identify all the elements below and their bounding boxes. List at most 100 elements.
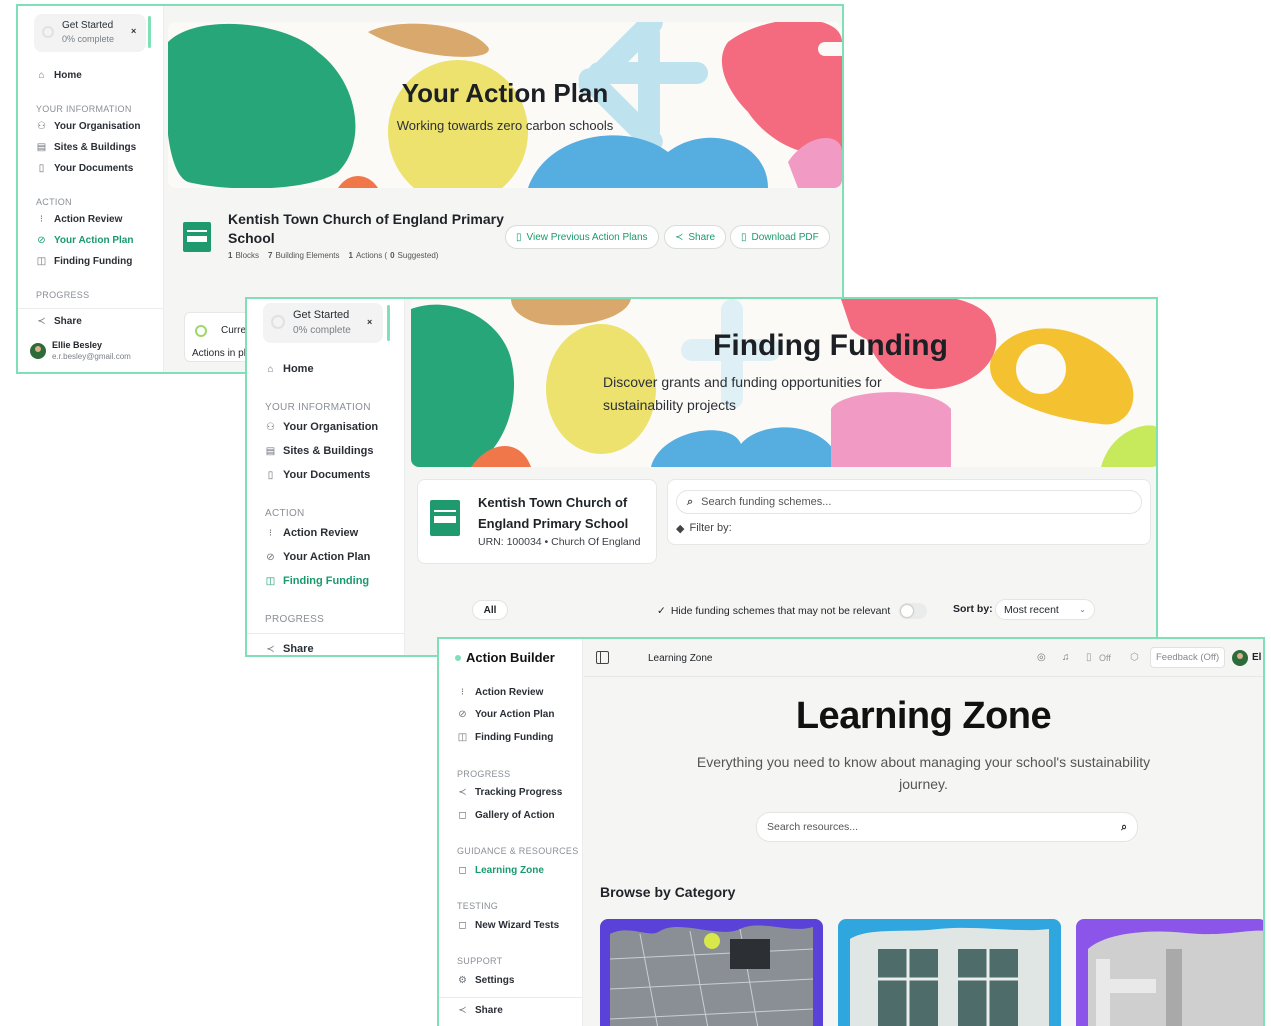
sidebar-item-label: Your Organisation — [54, 121, 141, 132]
sort-label: Sort by: — [953, 603, 993, 615]
sidebar-item-home[interactable]: ⌂ Home — [36, 70, 81, 81]
filter-by[interactable]: ◆ Filter by: — [676, 522, 732, 535]
search-input[interactable]: Search resources... ⌕ — [756, 812, 1138, 842]
divider — [18, 308, 163, 309]
feedback-button[interactable]: Feedback (Off) — [1150, 647, 1226, 668]
sidebar-item-tracking-progress[interactable]: ≺ Tracking Progress — [457, 787, 562, 798]
actions-text: Actions in pl — [192, 348, 246, 359]
list-tree-icon: ⁝ — [268, 527, 273, 539]
sidebar-item-gallery-of-action[interactable]: ◻ Gallery of Action — [457, 810, 554, 821]
view-previous-plans-button[interactable]: ▯ View Previous Action Plans — [505, 225, 659, 249]
button-label: View Previous Action Plans — [526, 231, 648, 243]
progress-accent-bar — [387, 305, 390, 341]
sidebar-item-settings[interactable]: ⚙ Settings — [457, 975, 514, 986]
sidebar-item-label: Tracking Progress — [475, 787, 563, 798]
page-title: Your Action Plan — [401, 78, 609, 108]
sidebar-item-label: Your Action Plan — [283, 551, 371, 563]
page-subtitle: Everything you need to know about managi… — [584, 751, 1263, 795]
gear-icon: ⚙ — [458, 975, 467, 986]
user-initials: El — [1252, 652, 1262, 663]
sidebar-item-label: Finding Funding — [54, 256, 133, 267]
sidebar-item-your-documents[interactable]: ▯ Your Documents — [36, 163, 134, 174]
share-icon: ≺ — [675, 231, 684, 243]
toggle-label: Hide funding schemes that may not be rel… — [670, 605, 891, 617]
get-started-card[interactable]: Get Started 0% complete × — [263, 303, 383, 343]
button-label: Share — [688, 231, 716, 243]
sidebar-item-your-action-plan[interactable]: ⊘ Your Action Plan — [457, 709, 554, 720]
sidebar-item-your-documents[interactable]: ▯ Your Documents — [265, 469, 370, 481]
section-label-action: ACTION — [36, 197, 72, 207]
stat-label: Blocks — [235, 251, 260, 260]
category-card-heating[interactable] — [1076, 919, 1263, 1026]
sidebar-item-learning-zone[interactable]: ◻ Learning Zone — [457, 865, 544, 876]
category-card-solar[interactable] — [600, 919, 823, 1026]
bell-icon[interactable]: ♫ — [1062, 652, 1070, 663]
share-button[interactable]: ≺ Share — [664, 225, 727, 249]
sidebar-item-finding-funding[interactable]: ◫ Finding Funding — [36, 256, 133, 267]
search-input[interactable]: ⌕ Search funding schemes... — [676, 490, 1142, 514]
sidebar-item-action-review[interactable]: ⁝ Action Review — [36, 214, 122, 225]
sidebar-item-finding-funding[interactable]: ◫ Finding Funding — [265, 575, 369, 587]
sidebar-item-share[interactable]: ≺ Share — [36, 316, 82, 327]
divider — [439, 997, 582, 998]
sidebar-item-your-organisation[interactable]: ⚇ Your Organisation — [36, 121, 141, 132]
hide-irrelevant-toggle[interactable]: ✓ Hide funding schemes that may not be r… — [657, 603, 928, 619]
section-label-action: ACTION — [265, 508, 305, 519]
sidebar-item-label: Learning Zone — [475, 865, 544, 876]
target-icon[interactable]: ◎ — [1037, 652, 1046, 663]
close-icon[interactable]: × — [131, 26, 136, 36]
book-icon: ◻ — [458, 920, 467, 931]
sidebar-toggle-icon[interactable] — [596, 651, 609, 664]
sidebar: Get Started 0% complete × ⌂ Home YOUR INF… — [247, 299, 405, 655]
avatar[interactable] — [1232, 650, 1248, 666]
sidebar-item-home[interactable]: ⌂ Home — [265, 363, 313, 375]
divider — [247, 633, 404, 634]
sidebar-item-share[interactable]: ≺ Share — [265, 643, 313, 655]
get-started-card[interactable]: Get Started 0% complete × — [34, 14, 146, 52]
sidebar-item-label: New Wizard Tests — [475, 920, 560, 931]
sidebar-item-label: Settings — [475, 975, 515, 986]
sidebar-item-label: Your Action Plan — [54, 235, 134, 246]
tab-all[interactable]: All — [472, 600, 508, 620]
document-icon[interactable]: ▯ — [1086, 652, 1092, 663]
download-pdf-button[interactable]: ▯ Download PDF — [730, 225, 830, 249]
building-icon: ▤ — [265, 445, 276, 457]
sidebar-item-action-review[interactable]: ⁝ Action Review — [457, 687, 543, 698]
sidebar-item-label: Share — [54, 316, 82, 327]
sidebar: Action Builder ⁝ Action Review ⊘ Your Acti… — [439, 639, 583, 1026]
toggle-knob — [901, 605, 914, 617]
check-circle-icon: ⊘ — [266, 551, 275, 563]
sidebar-item-your-action-plan[interactable]: ⊘ Your Action Plan — [36, 235, 133, 246]
check-circle-icon: ⊘ — [458, 709, 467, 720]
get-started-progress: 0% complete — [293, 325, 351, 336]
sidebar-item-action-review[interactable]: ⁝ Action Review — [265, 527, 358, 539]
sidebar-item-your-action-plan[interactable]: ⊘ Your Action Plan — [265, 551, 370, 563]
sidebar-item-label: Finding Funding — [475, 732, 554, 743]
sidebar-item-your-organisation[interactable]: ⚇ Your Organisation — [265, 421, 378, 433]
stat-label: Actions ( — [355, 251, 388, 260]
close-icon[interactable]: × — [367, 317, 372, 327]
shield-icon[interactable]: ⬡ — [1130, 652, 1139, 663]
subtitle-line: Discover grants and funding opportunitie… — [603, 374, 882, 390]
category-card-windows[interactable] — [838, 919, 1061, 1026]
funding-hero: Finding Funding Discover grants and fund… — [411, 299, 1156, 467]
sort-select[interactable]: Most recent ⌄ — [995, 599, 1095, 620]
chevron-down-icon: ⌄ — [1079, 605, 1086, 614]
search-placeholder: Search funding schemes... — [701, 496, 832, 508]
sidebar-item-label: Sites & Buildings — [54, 142, 137, 153]
sidebar-item-sites-buildings[interactable]: ▤ Sites & Buildings — [36, 142, 136, 153]
progress-accent-bar — [148, 16, 151, 48]
sidebar-item-finding-funding[interactable]: ◫ Finding Funding — [457, 732, 554, 743]
sidebar-item-label: Finding Funding — [283, 575, 370, 587]
sidebar-item-share[interactable]: ≺ Share — [457, 1005, 503, 1016]
document-icon: ▯ — [267, 469, 274, 481]
sidebar-item-label: Action Review — [54, 214, 123, 225]
sidebar-item-sites-buildings[interactable]: ▤ Sites & Buildings — [265, 445, 374, 457]
avatar[interactable] — [30, 343, 46, 359]
toggle-switch[interactable] — [899, 603, 928, 619]
sidebar-item-label: Action Review — [283, 527, 359, 539]
school-name: Kentish Town Church of England Primary S… — [228, 210, 504, 248]
sidebar-item-new-wizard-tests[interactable]: ◻ New Wizard Tests — [457, 920, 559, 931]
coins-icon: ◫ — [36, 256, 47, 267]
page-subtitle: Working towards zero carbon schools — [396, 118, 614, 133]
